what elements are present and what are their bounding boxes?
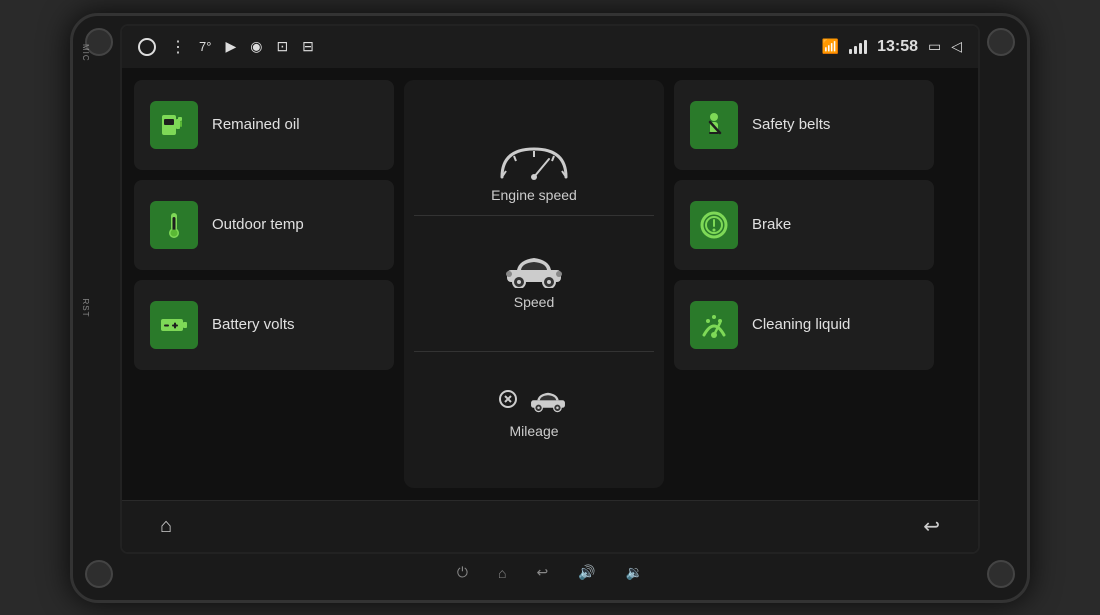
left-column: Remained oil Outdoor temp bbox=[134, 80, 394, 488]
back-button[interactable]: ↩ bbox=[915, 506, 948, 547]
nav-bar: ⌂ ↩ bbox=[122, 500, 978, 552]
status-left: ⋮ 7° ▶ ◉ ⊡ ⊟ bbox=[138, 37, 314, 57]
mileage-car-icon bbox=[526, 385, 570, 413]
tile-brake[interactable]: Brake bbox=[674, 180, 934, 270]
return-device-icon[interactable]: ↩ bbox=[536, 564, 548, 581]
center-bottom[interactable]: Mileage bbox=[404, 352, 664, 487]
home-device-icon[interactable]: ⌂ bbox=[498, 565, 506, 581]
camera-icon[interactable]: ◉ bbox=[250, 38, 262, 55]
volume-down-icon[interactable]: 🔉 bbox=[626, 564, 643, 581]
wiper-icon-bg bbox=[690, 301, 738, 349]
mount-hole-br bbox=[987, 560, 1015, 588]
remained-oil-label: Remained oil bbox=[212, 116, 300, 133]
mileage-label: Mileage bbox=[509, 423, 558, 439]
mic-label: MIC bbox=[81, 44, 90, 62]
main-screen: ⋮ 7° ▶ ◉ ⊡ ⊟ 📶 13:58 ▭ bbox=[120, 24, 980, 554]
wifi-icon bbox=[849, 40, 867, 54]
gauge-svg bbox=[494, 141, 574, 181]
outdoor-temp-label: Outdoor temp bbox=[212, 216, 304, 233]
center-top[interactable]: Engine speed bbox=[404, 80, 664, 215]
thermometer-icon-bg bbox=[150, 201, 198, 249]
rst-label: RST bbox=[81, 298, 90, 317]
home-button[interactable]: ⌂ bbox=[152, 507, 180, 546]
mileage-row bbox=[498, 385, 570, 413]
device-bottom: ⏻ ⌂ ↩ 🔊 🔉 bbox=[457, 554, 643, 592]
menu-dots-icon[interactable]: ⋮ bbox=[170, 37, 185, 57]
bluetooth-icon: 📶 bbox=[822, 38, 839, 55]
battery-volts-label: Battery volts bbox=[212, 316, 295, 333]
volume-up-icon[interactable]: 🔊 bbox=[578, 564, 595, 581]
center-middle[interactable]: Speed bbox=[404, 216, 664, 351]
right-column: Safety belts Brake bbox=[674, 80, 934, 488]
seatbelt-icon-bg bbox=[690, 101, 738, 149]
power-icon[interactable]: ⏻ bbox=[457, 564, 468, 581]
engine-speed-label: Engine speed bbox=[491, 187, 577, 203]
tile-cleaning-liquid[interactable]: Cleaning liquid bbox=[674, 280, 934, 370]
speed-label: Speed bbox=[514, 294, 554, 310]
youtube-icon[interactable]: ▶ bbox=[225, 38, 236, 55]
cleaning-liquid-label: Cleaning liquid bbox=[752, 316, 850, 333]
gallery-icon[interactable]: ⊟ bbox=[302, 38, 314, 55]
mount-hole-bl bbox=[85, 560, 113, 588]
safety-belts-label: Safety belts bbox=[752, 116, 830, 133]
brake-icon-bg bbox=[690, 201, 738, 249]
battery-icon-bg bbox=[150, 301, 198, 349]
time-display: 13:58 bbox=[877, 38, 918, 56]
mount-hole-tr bbox=[987, 28, 1015, 56]
back-icon[interactable]: ◁ bbox=[951, 38, 962, 55]
status-right: 📶 13:58 ▭ ◁ bbox=[822, 38, 962, 56]
device-outer: MIC RST ⋮ 7° ▶ ◉ ⊡ ⊟ 📶 bbox=[70, 13, 1030, 603]
window-icon[interactable]: ▭ bbox=[928, 38, 941, 55]
fuel-icon-bg bbox=[150, 101, 198, 149]
car-svg bbox=[499, 248, 569, 288]
warning-icon bbox=[498, 389, 518, 409]
center-column: Engine speed bbox=[404, 80, 664, 488]
brake-label: Brake bbox=[752, 216, 791, 233]
photo-icon[interactable]: ⊡ bbox=[276, 38, 288, 55]
tile-outdoor-temp[interactable]: Outdoor temp bbox=[134, 180, 394, 270]
main-content: Remained oil Outdoor temp bbox=[122, 68, 978, 500]
tile-battery-volts[interactable]: Battery volts bbox=[134, 280, 394, 370]
tile-safety-belts[interactable]: Safety belts bbox=[674, 80, 934, 170]
temperature-badge: 7° bbox=[199, 39, 211, 54]
home-circle-icon[interactable] bbox=[138, 38, 156, 56]
status-bar: ⋮ 7° ▶ ◉ ⊡ ⊟ 📶 13:58 ▭ bbox=[122, 26, 978, 68]
tile-remained-oil[interactable]: Remained oil bbox=[134, 80, 394, 170]
